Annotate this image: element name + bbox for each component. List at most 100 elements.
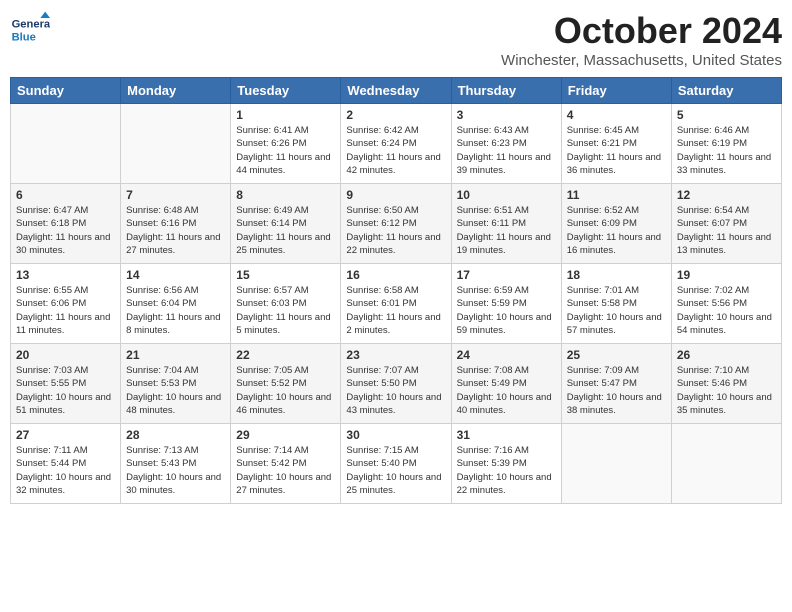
day-number: 20 (16, 348, 115, 362)
day-info: Sunrise: 7:16 AM Sunset: 5:39 PM Dayligh… (457, 444, 556, 497)
day-number: 28 (126, 428, 225, 442)
header-tuesday: Tuesday (231, 78, 341, 104)
day-cell: 26 Sunrise: 7:10 AM Sunset: 5:46 PM Dayli… (671, 344, 781, 424)
day-number: 8 (236, 188, 335, 202)
day-info: Sunrise: 6:57 AM Sunset: 6:03 PM Dayligh… (236, 284, 335, 337)
day-cell: 5Sunrise: 6:46 AM Sunset: 6:19 PM Daylig… (671, 104, 781, 184)
day-number: 18 (567, 268, 666, 282)
day-cell: 20 Sunrise: 7:03 AM Sunset: 5:55 PM Dayli… (11, 344, 121, 424)
week-row-5: 27Sunrise: 7:11 AM Sunset: 5:44 PM Dayli… (11, 424, 782, 504)
location-title: Winchester, Massachusetts, United States (501, 52, 782, 69)
day-number: 26 (677, 348, 776, 362)
header: General Blue October 2024 Winchester, Ma… (10, 10, 782, 69)
day-info: Sunrise: 7:10 AM Sunset: 5:46 PM Dayligh… (677, 364, 776, 417)
day-info: Sunrise: 7:11 AM Sunset: 5:44 PM Dayligh… (16, 444, 115, 497)
day-number: 25 (567, 348, 666, 362)
day-cell: 17 Sunrise: 6:59 AM Sunset: 5:59 PM Dayli… (451, 264, 561, 344)
day-number: 24 (457, 348, 556, 362)
day-cell: 24 Sunrise: 7:08 AM Sunset: 5:49 PM Dayli… (451, 344, 561, 424)
day-cell: 3 Sunrise: 6:43 AM Sunset: 6:23 PM Daylig… (451, 104, 561, 184)
logo: General Blue (10, 10, 52, 50)
day-number: 31 (457, 428, 556, 442)
day-cell: 9 Sunrise: 6:50 AM Sunset: 6:12 PM Daylig… (341, 184, 451, 264)
day-info: Sunrise: 7:13 AM Sunset: 5:43 PM Dayligh… (126, 444, 225, 497)
month-title: October 2024 (501, 10, 782, 52)
calendar-table: Sunday Monday Tuesday Wednesday Thursday… (10, 77, 782, 504)
day-info: Sunrise: 7:03 AM Sunset: 5:55 PM Dayligh… (16, 364, 115, 417)
svg-text:General: General (12, 19, 50, 31)
day-info: Sunrise: 7:08 AM Sunset: 5:49 PM Dayligh… (457, 364, 556, 417)
day-info: Sunrise: 6:54 AM Sunset: 6:07 PM Dayligh… (677, 204, 776, 257)
day-info: Sunrise: 7:07 AM Sunset: 5:50 PM Dayligh… (346, 364, 445, 417)
day-number: 3 (457, 108, 556, 122)
day-number: 7 (126, 188, 225, 202)
day-cell: 23Sunrise: 7:07 AM Sunset: 5:50 PM Dayli… (341, 344, 451, 424)
day-number: 10 (457, 188, 556, 202)
day-number: 22 (236, 348, 335, 362)
week-row-2: 6 Sunrise: 6:47 AM Sunset: 6:18 PM Daylig… (11, 184, 782, 264)
day-cell: 4Sunrise: 6:45 AM Sunset: 6:21 PM Daylig… (561, 104, 671, 184)
day-info: Sunrise: 7:01 AM Sunset: 5:58 PM Dayligh… (567, 284, 666, 337)
day-info: Sunrise: 6:55 AM Sunset: 6:06 PM Dayligh… (16, 284, 115, 337)
day-info: Sunrise: 7:05 AM Sunset: 5:52 PM Dayligh… (236, 364, 335, 417)
day-cell: 2 Sunrise: 6:42 AM Sunset: 6:24 PM Daylig… (341, 104, 451, 184)
day-cell (561, 424, 671, 504)
day-cell: 7 Sunrise: 6:48 AM Sunset: 6:16 PM Daylig… (121, 184, 231, 264)
day-info: Sunrise: 7:09 AM Sunset: 5:47 PM Dayligh… (567, 364, 666, 417)
day-info: Sunrise: 6:48 AM Sunset: 6:16 PM Dayligh… (126, 204, 225, 257)
day-cell: 1 Sunrise: 6:41 AM Sunset: 6:26 PM Daylig… (231, 104, 341, 184)
day-number: 21 (126, 348, 225, 362)
day-cell: 18 Sunrise: 7:01 AM Sunset: 5:58 PM Dayli… (561, 264, 671, 344)
day-info: Sunrise: 6:41 AM Sunset: 6:26 PM Dayligh… (236, 124, 335, 177)
day-cell (121, 104, 231, 184)
day-info: Sunrise: 6:59 AM Sunset: 5:59 PM Dayligh… (457, 284, 556, 337)
header-saturday: Saturday (671, 78, 781, 104)
day-number: 14 (126, 268, 225, 282)
header-wednesday: Wednesday (341, 78, 451, 104)
day-info: Sunrise: 6:56 AM Sunset: 6:04 PM Dayligh… (126, 284, 225, 337)
title-area: October 2024 Winchester, Massachusetts, … (501, 10, 782, 69)
day-cell: 15 Sunrise: 6:57 AM Sunset: 6:03 PM Dayli… (231, 264, 341, 344)
day-info: Sunrise: 6:51 AM Sunset: 6:11 PM Dayligh… (457, 204, 556, 257)
day-cell: 6 Sunrise: 6:47 AM Sunset: 6:18 PM Daylig… (11, 184, 121, 264)
day-number: 2 (346, 108, 445, 122)
day-number: 9 (346, 188, 445, 202)
day-cell: 31 Sunrise: 7:16 AM Sunset: 5:39 PM Dayli… (451, 424, 561, 504)
svg-text:Blue: Blue (12, 31, 36, 43)
day-cell: 25 Sunrise: 7:09 AM Sunset: 5:47 PM Dayli… (561, 344, 671, 424)
header-monday: Monday (121, 78, 231, 104)
day-info: Sunrise: 6:50 AM Sunset: 6:12 PM Dayligh… (346, 204, 445, 257)
day-cell: 14 Sunrise: 6:56 AM Sunset: 6:04 PM Dayli… (121, 264, 231, 344)
day-cell: 22 Sunrise: 7:05 AM Sunset: 5:52 PM Dayli… (231, 344, 341, 424)
day-cell: 28 Sunrise: 7:13 AM Sunset: 5:43 PM Dayli… (121, 424, 231, 504)
day-number: 29 (236, 428, 335, 442)
day-number: 16 (346, 268, 445, 282)
day-cell (11, 104, 121, 184)
day-info: Sunrise: 7:04 AM Sunset: 5:53 PM Dayligh… (126, 364, 225, 417)
day-cell: 19Sunrise: 7:02 AM Sunset: 5:56 PM Dayli… (671, 264, 781, 344)
day-cell: 27Sunrise: 7:11 AM Sunset: 5:44 PM Dayli… (11, 424, 121, 504)
day-info: Sunrise: 6:42 AM Sunset: 6:24 PM Dayligh… (346, 124, 445, 177)
day-cell: 29 Sunrise: 7:14 AM Sunset: 5:42 PM Dayli… (231, 424, 341, 504)
day-cell: 12Sunrise: 6:54 AM Sunset: 6:07 PM Dayli… (671, 184, 781, 264)
day-info: Sunrise: 6:47 AM Sunset: 6:18 PM Dayligh… (16, 204, 115, 257)
page-container: General Blue October 2024 Winchester, Ma… (10, 10, 782, 504)
day-number: 17 (457, 268, 556, 282)
day-cell: 16Sunrise: 6:58 AM Sunset: 6:01 PM Dayli… (341, 264, 451, 344)
day-info: Sunrise: 6:43 AM Sunset: 6:23 PM Dayligh… (457, 124, 556, 177)
day-info: Sunrise: 6:52 AM Sunset: 6:09 PM Dayligh… (567, 204, 666, 257)
day-cell: 21 Sunrise: 7:04 AM Sunset: 5:53 PM Dayli… (121, 344, 231, 424)
header-sunday: Sunday (11, 78, 121, 104)
day-number: 5 (677, 108, 776, 122)
day-cell (671, 424, 781, 504)
week-row-4: 20 Sunrise: 7:03 AM Sunset: 5:55 PM Dayli… (11, 344, 782, 424)
day-cell: 30Sunrise: 7:15 AM Sunset: 5:40 PM Dayli… (341, 424, 451, 504)
day-number: 1 (236, 108, 335, 122)
day-cell: 10 Sunrise: 6:51 AM Sunset: 6:11 PM Dayli… (451, 184, 561, 264)
header-thursday: Thursday (451, 78, 561, 104)
weekday-header-row: Sunday Monday Tuesday Wednesday Thursday… (11, 78, 782, 104)
day-info: Sunrise: 6:49 AM Sunset: 6:14 PM Dayligh… (236, 204, 335, 257)
day-number: 15 (236, 268, 335, 282)
day-info: Sunrise: 7:14 AM Sunset: 5:42 PM Dayligh… (236, 444, 335, 497)
day-number: 6 (16, 188, 115, 202)
